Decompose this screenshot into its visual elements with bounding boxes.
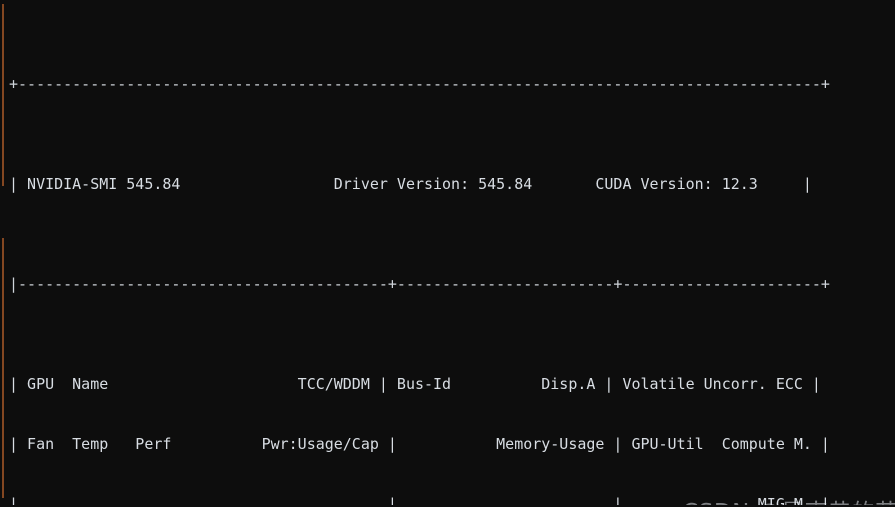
terminal-scroll-rail[interactable] bbox=[2, 0, 4, 507]
gpu-table-header-row-1: | GPU Name TCC/WDDM | Bus-Id Disp.A | Vo… bbox=[9, 375, 821, 393]
nvidia-smi-output: +---------------------------------------… bbox=[9, 0, 895, 507]
gpu-table-header-row-2: | Fan Temp Perf Pwr:Usage/Cap | Memory-U… bbox=[9, 435, 830, 453]
terminal-window: +---------------------------------------… bbox=[0, 0, 895, 507]
gpu-table-header-row-3: | | | MIG M. | bbox=[9, 495, 830, 507]
table-top-border: +---------------------------------------… bbox=[9, 75, 830, 93]
smi-header-line: | NVIDIA-SMI 545.84 Driver Version: 545.… bbox=[9, 175, 812, 193]
header-separator: |---------------------------------------… bbox=[9, 275, 830, 293]
